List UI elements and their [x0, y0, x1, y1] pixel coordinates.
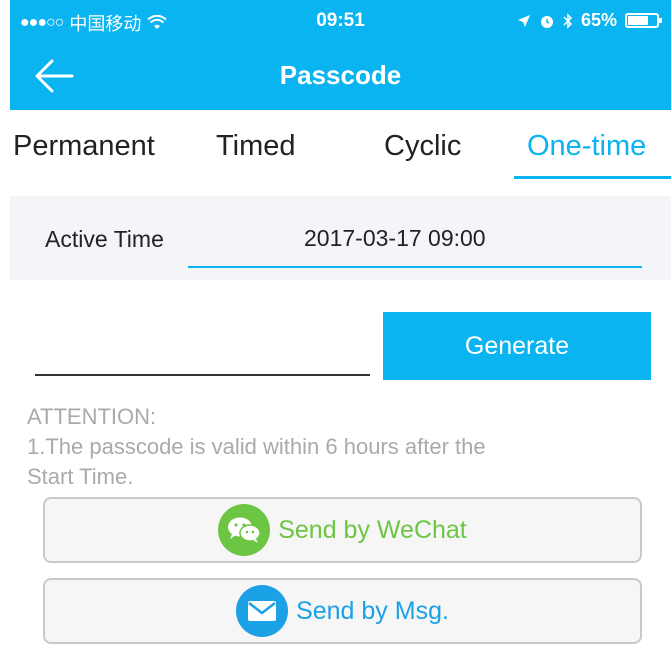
generate-button[interactable]: Generate: [383, 312, 651, 380]
attention-line-1: 1.The passcode is valid within 6 hours a…: [27, 434, 486, 459]
location-arrow-icon: [517, 14, 530, 27]
tab-permanent[interactable]: Permanent: [13, 130, 155, 163]
active-tab-indicator: [514, 176, 671, 179]
active-time-underline: [188, 266, 642, 268]
tab-one-time[interactable]: One-time: [527, 130, 646, 163]
status-right: 65%: [517, 10, 662, 31]
tab-timed[interactable]: Timed: [216, 130, 296, 163]
status-bar: ●●●○○ 中国移动 09:51 65%: [10, 0, 671, 42]
wechat-icon: [218, 504, 271, 556]
tab-cyclic[interactable]: Cyclic: [384, 130, 461, 163]
passcode-field[interactable]: [35, 374, 370, 376]
battery-percent: 65%: [580, 10, 617, 30]
passcode-type-tabs: Permanent Timed Cyclic One-time: [0, 110, 671, 182]
active-time-value[interactable]: 2017-03-17 09:00: [304, 225, 486, 252]
active-time-label: Active Time: [45, 226, 164, 252]
attention-note: ATTENTION: 1.The passcode is valid withi…: [27, 402, 647, 492]
battery-icon: [625, 13, 662, 28]
bluetooth-icon: [563, 12, 573, 29]
alarm-icon: [540, 15, 553, 28]
send-by-msg-button[interactable]: Send by Msg.: [43, 578, 642, 644]
attention-title: ATTENTION:: [27, 404, 157, 429]
nav-bar: Passcode: [10, 42, 671, 110]
envelope-icon: [236, 585, 289, 637]
send-by-wechat-button[interactable]: Send by WeChat: [43, 497, 642, 563]
active-time-row[interactable]: Active Time 2017-03-17 09:00: [10, 196, 671, 280]
page-title: Passcode: [279, 60, 402, 90]
send-by-wechat-label: Send by WeChat: [278, 515, 467, 544]
send-by-msg-label: Send by Msg.: [296, 596, 449, 625]
attention-line-2: Start Time.: [27, 464, 134, 489]
